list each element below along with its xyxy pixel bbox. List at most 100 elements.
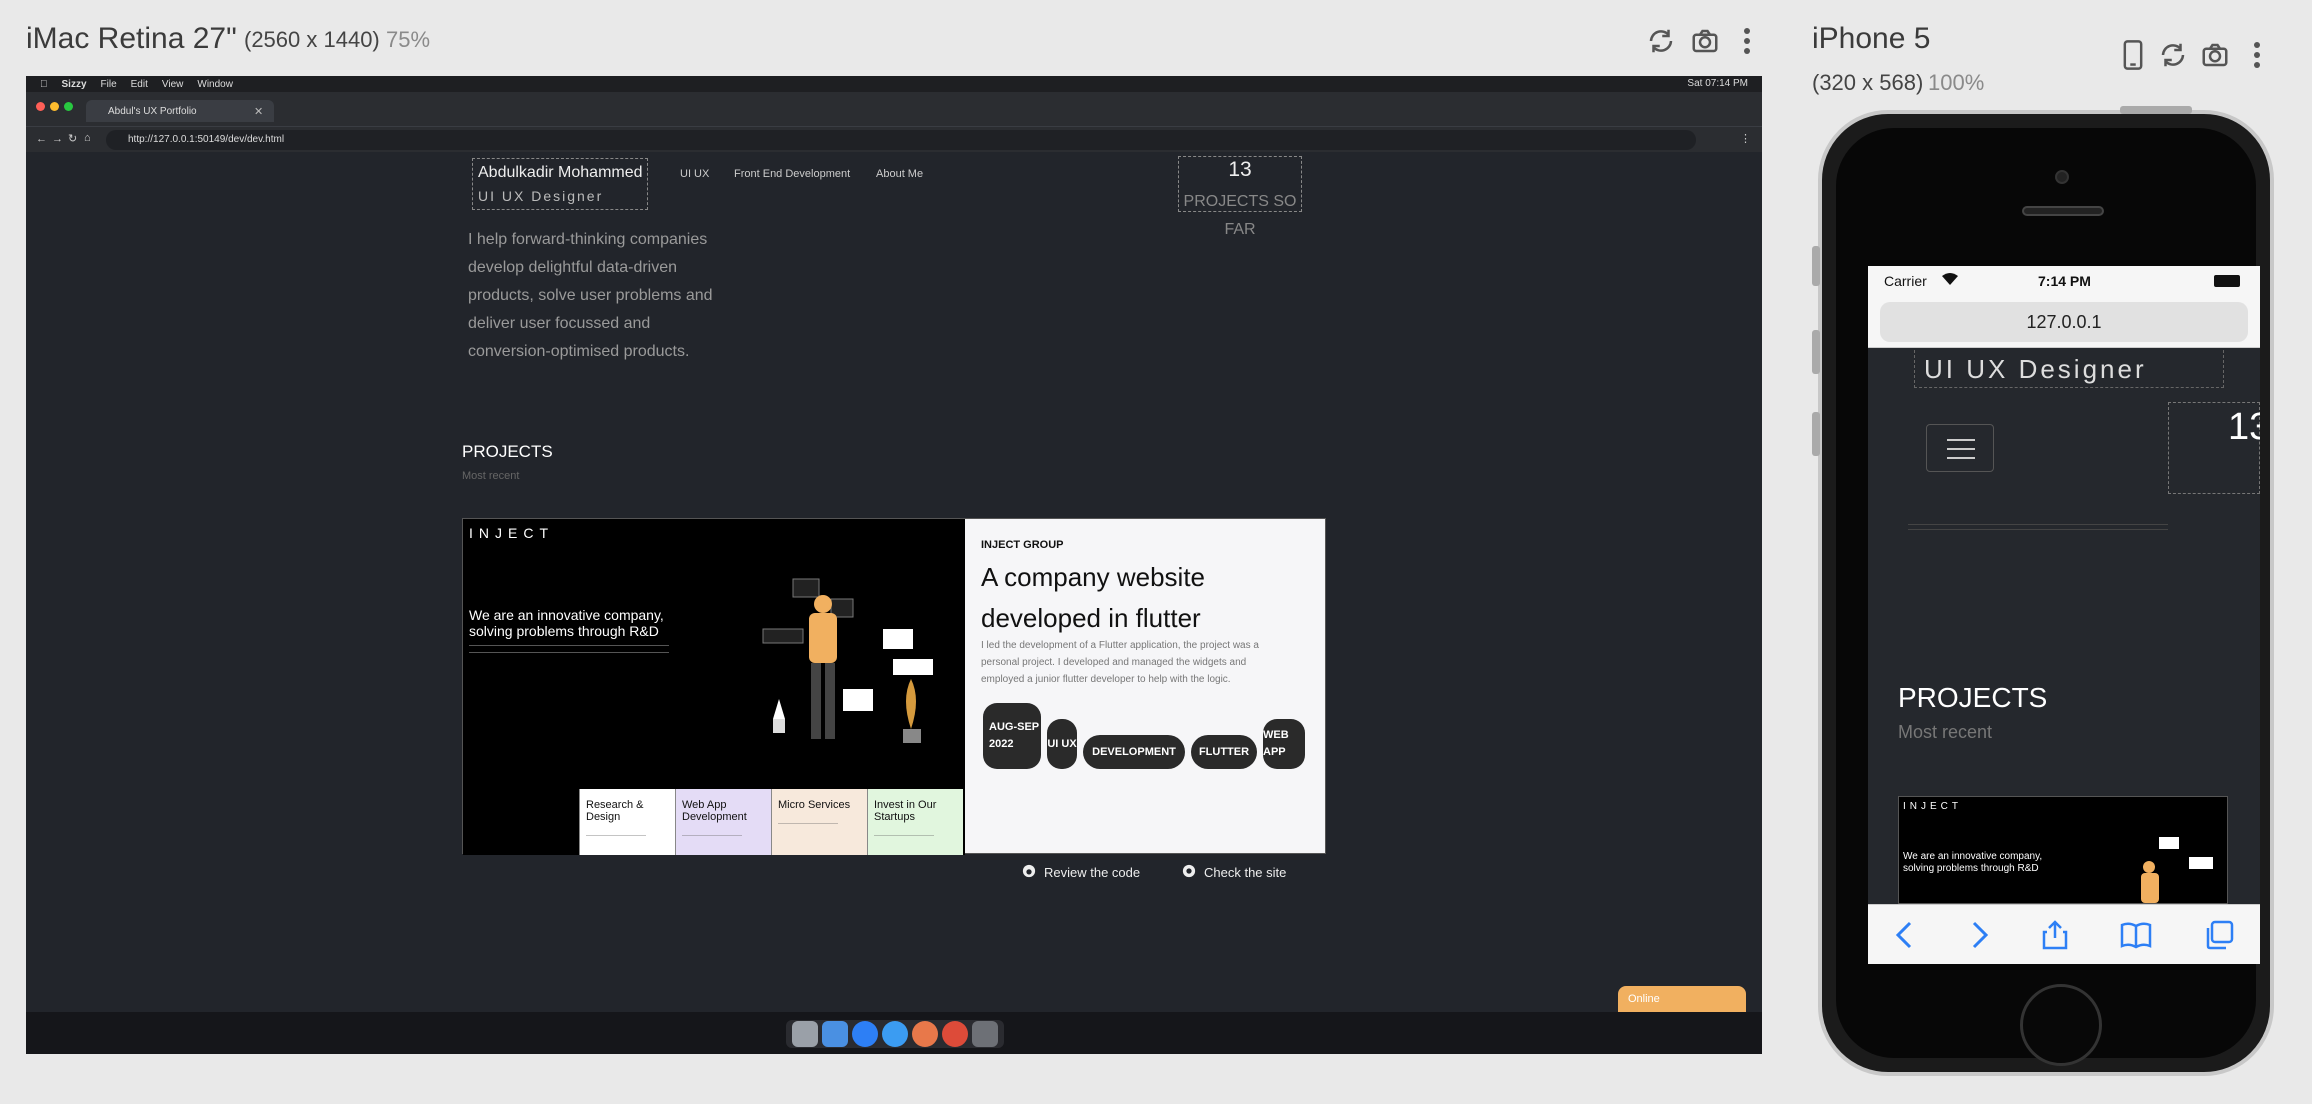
service-invest-startups: Invest in Our Startups ———————————— <box>867 789 963 855</box>
tag-flutter: FLUTTER <box>1191 735 1257 769</box>
logo-name[interactable]: Abdulkadir Mohammed <box>478 164 643 182</box>
browser-tab-title: Abdul's UX Portfolio <box>108 106 197 117</box>
project-card-preview[interactable]: INJECT We are an innovative company, sol… <box>1898 796 2228 904</box>
tab-close-icon[interactable]: ✕ <box>254 105 263 118</box>
nav-front-end-development[interactable]: Front End Development <box>734 168 850 180</box>
front-camera <box>2055 170 2069 184</box>
service-label: Invest in Our Startups <box>874 799 937 823</box>
home-icon[interactable]: ⌂ <box>84 132 91 144</box>
menu-edit[interactable]: Edit <box>131 79 148 90</box>
developer-illustration <box>762 578 933 743</box>
tag-date: AUG-SEP 2022 <box>983 703 1041 769</box>
rotate-icon[interactable] <box>1644 24 1678 58</box>
wifi-icon <box>1942 272 1958 288</box>
carrier-label: Carrier <box>1884 273 1927 289</box>
zoom-window-dot[interactable] <box>64 102 73 111</box>
online-chat-tab[interactable]: Online <box>1618 986 1746 1012</box>
imac-screen:  Sizzy File Edit View Window Sat 07:14 … <box>26 76 1762 1054</box>
reload-icon[interactable]: ↻ <box>68 132 77 145</box>
tag-ui-ux: UI UX <box>1047 719 1077 769</box>
launchpad-icon[interactable] <box>792 1021 818 1047</box>
ios-address-area: 127.0.0.1 <box>1868 296 2260 348</box>
screenshot-camera-icon[interactable] <box>2198 38 2232 72</box>
chrome-icon[interactable] <box>942 1021 968 1047</box>
earpiece-speaker <box>2022 206 2104 216</box>
logo-role: UI UX Designer <box>478 188 604 204</box>
power-button[interactable] <box>2120 106 2192 114</box>
safari-icon[interactable] <box>882 1021 908 1047</box>
more-options-icon[interactable] <box>1730 24 1764 58</box>
projects-heading: PROJECTS <box>462 442 553 461</box>
menu-window[interactable]: Window <box>197 79 233 90</box>
projects-heading: PROJECTS <box>1898 682 2048 713</box>
rotate-icon[interactable] <box>2156 38 2190 72</box>
more-options-icon[interactable] <box>2240 38 2274 72</box>
project-count: 13 <box>2228 406 2260 448</box>
share-icon[interactable] <box>2042 919 2068 950</box>
hamburger-menu-button[interactable] <box>1926 424 1994 472</box>
inject-brand: INJECT <box>1903 801 1962 812</box>
screenshot-camera-icon[interactable] <box>1688 24 1722 58</box>
ios-address-bar[interactable]: 127.0.0.1 <box>1880 302 2248 342</box>
iphone-frame: Carrier 7:14 PM 127.0.0.1 UI UX Designer… <box>1818 110 2274 1076</box>
tabs-icon[interactable] <box>2204 920 2234 950</box>
project-count: 13 <box>1228 158 1252 181</box>
forward-icon[interactable] <box>1968 920 1990 950</box>
ios-safari-toolbar <box>1868 904 2260 964</box>
nav-ui-ux[interactable]: UI UX <box>680 168 709 180</box>
service-label: Web App Development <box>682 799 747 823</box>
volume-up-button[interactable] <box>1812 330 1820 374</box>
developer-illustration <box>2141 837 2213 903</box>
device-orientation-icon[interactable] <box>2116 38 2150 72</box>
system-preferences-icon[interactable] <box>972 1021 998 1047</box>
close-window-dot[interactable] <box>36 102 45 111</box>
menu-view[interactable]: View <box>162 79 184 90</box>
check-site-link[interactable]: Check the site <box>1182 864 1286 881</box>
photos-icon[interactable] <box>912 1021 938 1047</box>
mute-switch[interactable] <box>1812 246 1820 286</box>
preview-body-lines <box>469 645 669 653</box>
address-bar[interactable]: http://127.0.0.1:50149/dev/dev.html <box>106 130 1696 150</box>
imac-device-title: iMac Retina 27" <box>26 22 237 55</box>
service-label: Research & Design <box>586 799 644 823</box>
back-icon[interactable] <box>1894 920 1916 950</box>
iphone-face: Carrier 7:14 PM 127.0.0.1 UI UX Designer… <box>1836 128 2260 1066</box>
ios-status-bar: Carrier 7:14 PM <box>1868 266 2260 296</box>
menu-file[interactable]: File <box>101 79 117 90</box>
logo-role: UI UX Designer <box>1924 354 2147 384</box>
bookmarks-icon[interactable] <box>2120 920 2152 950</box>
home-button[interactable] <box>2020 984 2102 1066</box>
project-title: A company website developed in flutter <box>981 562 1206 633</box>
review-code-link[interactable]: Review the code <box>1022 864 1140 881</box>
menubar-clock: Sat 07:14 PM <box>1687 78 1748 89</box>
app-store-icon[interactable] <box>852 1021 878 1047</box>
mac-dock <box>786 1020 1004 1048</box>
apple-icon[interactable]:  <box>40 79 48 90</box>
menu-app-name[interactable]: Sizzy <box>62 79 87 90</box>
browser-tab[interactable]: Abdul's UX Portfolio ✕ <box>86 100 274 122</box>
battery-icon <box>2214 275 2240 287</box>
review-code-label: Review the code <box>1044 865 1141 880</box>
iphone-device-title: iPhone 5 <box>1812 22 1931 55</box>
browser-toolbar: ← → ↻ ⌂ http://127.0.0.1:50149/dev/dev.h… <box>26 126 1762 152</box>
project-description: I led the development of a Flutter appli… <box>981 640 1259 685</box>
minimize-window-dot[interactable] <box>50 102 59 111</box>
chrome-icon <box>1182 864 1196 881</box>
preview-hero-text: We are an innovative company, solving pr… <box>1903 851 2043 874</box>
imac-resolution: (2560 x 1440) <box>244 27 380 52</box>
iphone-zoom-level: 100% <box>1928 70 1985 95</box>
project-card[interactable]: INJECT We are an innovative company, sol… <box>462 518 1326 855</box>
nav-about-me[interactable]: About Me <box>876 168 923 180</box>
url-text: http://127.0.0.1:50149/dev/dev.html <box>128 134 285 145</box>
volume-down-button[interactable] <box>1812 412 1820 456</box>
back-icon[interactable]: ← <box>36 133 47 145</box>
browser-menu-icon[interactable]: ⋮ <box>1740 132 1751 145</box>
finder-icon[interactable] <box>822 1021 848 1047</box>
status-time: 7:14 PM <box>2038 273 2091 289</box>
check-site-label: Check the site <box>1204 865 1287 880</box>
forward-icon[interactable]: → <box>52 133 63 145</box>
mac-menubar:  Sizzy File Edit View Window <box>26 76 1762 92</box>
iphone-screen: Carrier 7:14 PM 127.0.0.1 UI UX Designer… <box>1868 266 2260 964</box>
inject-brand: INJECT <box>469 525 554 541</box>
project-count-label: PROJECTS SO FAR <box>1183 193 1297 238</box>
